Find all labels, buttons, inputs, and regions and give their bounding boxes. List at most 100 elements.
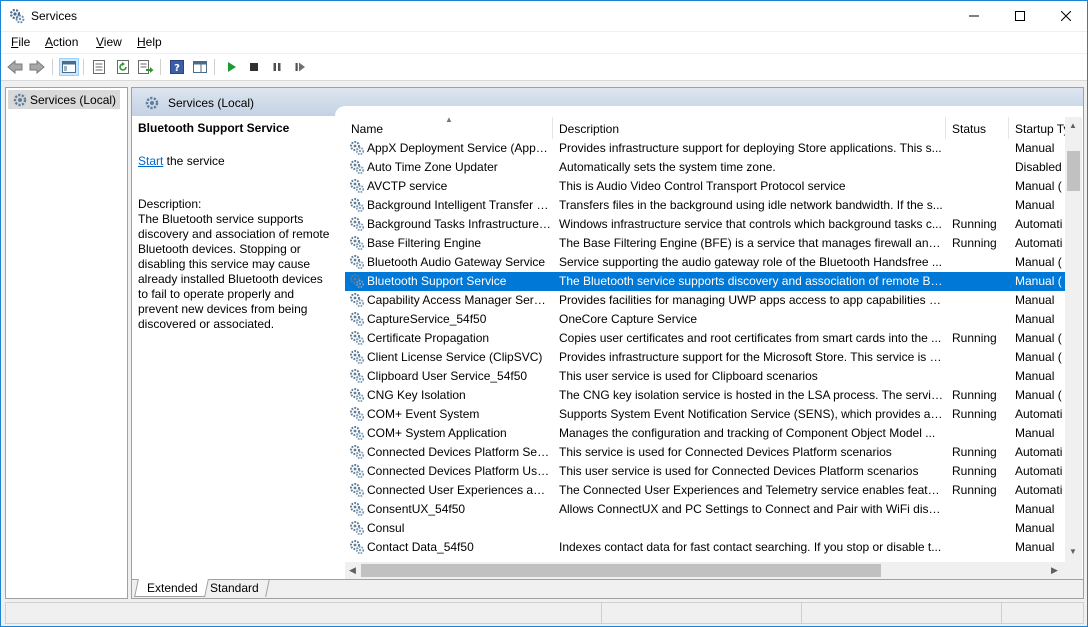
status-bar-divider (801, 603, 802, 623)
service-name: Clipboard User Service_54f50 (367, 369, 528, 383)
service-startup-type: Manual (1015, 369, 1055, 383)
vertical-scroll-thumb[interactable] (1067, 151, 1080, 191)
show-action-pane-button[interactable] (190, 58, 210, 76)
service-status: Running (952, 464, 997, 478)
panel-header-notch (335, 106, 1083, 116)
maximize-icon (1015, 11, 1025, 21)
service-row[interactable]: Background Intelligent Transfer S... Tran… (345, 196, 1065, 215)
service-row[interactable]: Certificate Propagation Copies user certi… (345, 329, 1065, 348)
forward-button[interactable] (27, 58, 47, 76)
service-row[interactable]: ConsentUX_54f50 Allows ConnectUX and PC S… (345, 500, 1065, 519)
service-name: Connected Devices Platform Use... (367, 464, 551, 478)
service-row[interactable]: Base Filtering Engine The Base Filtering … (345, 234, 1065, 253)
service-gear-icon (349, 159, 365, 175)
service-gear-icon (349, 444, 365, 460)
service-row[interactable]: Bluetooth Audio Gateway Service Service s… (345, 253, 1065, 272)
service-name: Contact Data_54f50 (367, 540, 474, 554)
column-header-name[interactable]: ▲ Name (345, 117, 553, 139)
restart-service-button[interactable] (290, 58, 310, 76)
service-row[interactable]: Client License Service (ClipSVC) Provides… (345, 348, 1065, 367)
service-row[interactable]: CaptureService_54f50 OneCore Capture Serv… (345, 310, 1065, 329)
console-tree: Services (Local) (5, 87, 128, 599)
column-header-startup-type[interactable]: Startup Ty (1009, 117, 1069, 139)
service-gear-icon (349, 349, 365, 365)
service-startup-type: Manual (1015, 141, 1055, 155)
column-header-description[interactable]: Description (553, 117, 946, 139)
menu-file[interactable]: File (11, 35, 30, 49)
pause-service-button[interactable] (267, 58, 287, 76)
stop-service-button[interactable] (244, 58, 264, 76)
service-name: CaptureService_54f50 (367, 312, 487, 326)
toolbar-separator (52, 59, 53, 75)
service-description: This user service is used for Clipboard … (559, 369, 818, 383)
close-button[interactable] (1043, 1, 1088, 31)
service-row[interactable]: Bluetooth Support Service The Bluetooth s… (345, 272, 1065, 291)
service-description: This user service is used for Connected … (559, 464, 919, 478)
tab-extended[interactable]: Extended (134, 579, 209, 597)
service-gear-icon (349, 387, 365, 403)
service-row[interactable]: Background Tasks Infrastructure ... Windo… (345, 215, 1065, 234)
service-description: Service supporting the audio gateway rol… (559, 255, 942, 269)
service-status: Running (952, 407, 997, 421)
service-name: CNG Key Isolation (367, 388, 466, 402)
service-gear-icon (349, 425, 365, 441)
service-startup-type: Manual ( (1015, 388, 1062, 402)
service-row[interactable]: Capability Access Manager Service Provide… (345, 291, 1065, 310)
description-text: The Bluetooth service supports discovery… (138, 212, 330, 331)
service-row[interactable]: AppX Deployment Service (AppX... Provides… (345, 139, 1065, 158)
menu-action[interactable]: Action (45, 35, 78, 49)
start-service-link[interactable]: Start (138, 154, 163, 168)
tree-item-services-local[interactable]: Services (Local) (8, 90, 121, 109)
maximize-button[interactable] (997, 1, 1043, 31)
service-row[interactable]: COM+ Event System Supports System Event N… (345, 405, 1065, 424)
horizontal-scrollbar[interactable]: ◀ ▶ (345, 562, 1065, 579)
service-row[interactable]: Connected Devices Platform Use... This us… (345, 462, 1065, 481)
forward-icon (29, 60, 45, 74)
menu-help[interactable]: Help (137, 35, 162, 49)
service-row[interactable]: CNG Key Isolation The CNG key isolation s… (345, 386, 1065, 405)
scroll-left-icon[interactable]: ◀ (349, 565, 356, 576)
service-name: Connected Devices Platform Serv... (367, 445, 551, 459)
menu-bar: File Action View Help (1, 32, 1087, 53)
properties-button[interactable] (89, 58, 109, 76)
service-gear-icon (349, 463, 365, 479)
service-startup-type: Disabled (1015, 160, 1062, 174)
scroll-down-icon[interactable]: ▼ (1069, 547, 1077, 556)
service-row[interactable]: COM+ System Application Manages the confi… (345, 424, 1065, 443)
scroll-right-icon[interactable]: ▶ (1051, 565, 1058, 576)
export-list-icon (138, 60, 154, 74)
tab-standard[interactable]: Standard (198, 579, 270, 597)
refresh-button[interactable] (113, 58, 133, 76)
show-hide-console-tree-button[interactable] (59, 58, 79, 76)
service-startup-type: Manual ( (1015, 274, 1062, 288)
scroll-up-icon[interactable]: ▲ (1069, 121, 1077, 130)
services-panel: Services (Local) Bluetooth Support Servi… (131, 87, 1084, 599)
service-row[interactable]: Clipboard User Service_54f50 This user se… (345, 367, 1065, 386)
service-row[interactable]: Connected Devices Platform Serv... This s… (345, 443, 1065, 462)
view-tabs: Extended Standard (132, 579, 1083, 598)
services-list: ▲ Name Description Status Startup Ty App… (345, 117, 1083, 579)
service-startup-type: Automati (1015, 407, 1063, 421)
service-row[interactable]: Connected User Experiences and ... The Co… (345, 481, 1065, 500)
toolbar-separator (160, 59, 161, 75)
service-gear-icon (349, 216, 365, 232)
service-row[interactable]: Consul Manual (345, 519, 1065, 538)
horizontal-scroll-thumb[interactable] (361, 564, 881, 577)
service-row[interactable]: Auto Time Zone Updater Automatically sets… (345, 158, 1065, 177)
service-name: Auto Time Zone Updater (367, 160, 498, 174)
title-bar[interactable]: Services (1, 1, 1087, 31)
description-pane: Bluetooth Support Service Start the serv… (138, 121, 336, 332)
menu-view[interactable]: View (96, 35, 122, 49)
service-gear-icon (349, 197, 365, 213)
service-gear-icon (349, 140, 365, 156)
start-service-button[interactable] (221, 58, 241, 76)
export-list-button[interactable] (136, 58, 156, 76)
service-row[interactable]: Contact Data_54f50 Indexes contact data f… (345, 538, 1065, 557)
service-description: Allows ConnectUX and PC Settings to Conn… (559, 502, 943, 516)
column-header-status[interactable]: Status (946, 117, 1009, 139)
service-row[interactable]: AVCTP service This is Audio Video Control… (345, 177, 1065, 196)
vertical-scrollbar[interactable]: ▲ ▼ (1065, 117, 1082, 562)
back-button[interactable] (5, 58, 25, 76)
help-button[interactable]: ? (167, 58, 187, 76)
minimize-button[interactable] (951, 1, 997, 31)
